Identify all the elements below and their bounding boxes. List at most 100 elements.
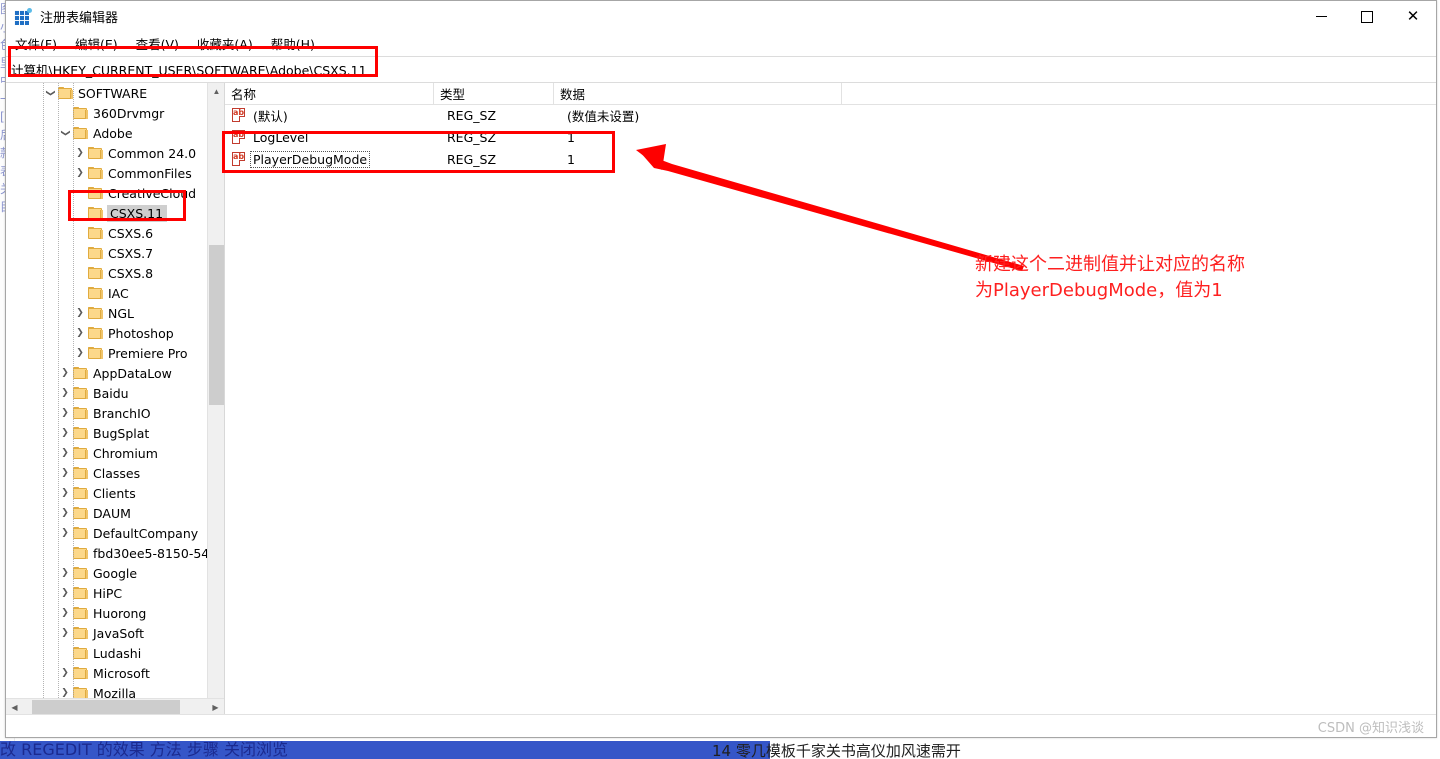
scroll-right-arrow-icon[interactable]: ▶: [207, 699, 224, 715]
tree-item-label: Google: [93, 565, 138, 581]
value-row[interactable]: ab LogLevel REG_SZ 1: [225, 126, 1436, 148]
chevron-right-icon[interactable]: ❯: [72, 323, 88, 343]
tree-item-csxs-6[interactable]: CSXS.6: [6, 223, 207, 243]
tree-item-ludashi[interactable]: Ludashi: [6, 643, 207, 663]
close-button[interactable]: ✕: [1390, 1, 1436, 32]
tree-scroll-thumb[interactable]: [209, 245, 224, 405]
chevron-right-icon[interactable]: ❯: [57, 503, 73, 523]
tree-leaf-spacer: [72, 243, 88, 263]
folder-icon: [88, 166, 103, 180]
column-header-type[interactable]: 类型: [434, 83, 554, 104]
address-bar[interactable]: 计算机\HKEY_CURRENT_USER\SOFTWARE\Adobe\CSX…: [6, 56, 1436, 83]
tree-guide-line-1: [58, 83, 59, 715]
chevron-right-icon[interactable]: ❯: [57, 523, 73, 543]
value-type-cell: REG_SZ: [447, 107, 497, 123]
tree-leaf-spacer: [72, 223, 88, 243]
folder-icon: [88, 286, 103, 300]
menu-item-favorites[interactable]: 收藏夹(A): [197, 34, 253, 53]
menu-item-edit[interactable]: 编辑(E): [75, 34, 118, 53]
tree-item-classes[interactable]: ❯ Classes: [6, 463, 207, 483]
tree-item-csxs-11[interactable]: CSXS.11: [6, 203, 207, 223]
tree-item-defaultcompany[interactable]: ❯ DefaultCompany: [6, 523, 207, 543]
tree-item-appdatalow[interactable]: ❯ AppDataLow: [6, 363, 207, 383]
tree-item-photoshop[interactable]: ❯ Photoshop: [6, 323, 207, 343]
maximize-button[interactable]: [1344, 1, 1390, 32]
chevron-right-icon[interactable]: ❯: [57, 483, 73, 503]
tree-item-csxs-8[interactable]: CSXS.8: [6, 263, 207, 283]
tree-item-branchio[interactable]: ❯ BranchIO: [6, 403, 207, 423]
chevron-right-icon[interactable]: ❯: [57, 463, 73, 483]
chevron-right-icon[interactable]: ❯: [72, 343, 88, 363]
tree-item-label: CreativeCloud: [108, 185, 197, 201]
tree-item-javasoft[interactable]: ❯ JavaSoft: [6, 623, 207, 643]
tree-item-software[interactable]: ❯ SOFTWARE: [6, 83, 207, 103]
menu-item-help[interactable]: 帮助(H): [271, 34, 315, 53]
chevron-right-icon[interactable]: ❯: [57, 383, 73, 403]
registry-tree[interactable]: ❯ SOFTWARE 360Drvmgr ❯ Adobe ❯ Common 24.0 ❯ Com…: [6, 83, 207, 715]
tree-item-clients[interactable]: ❯ Clients: [6, 483, 207, 503]
chevron-right-icon[interactable]: ❯: [57, 363, 73, 383]
tree-item-google[interactable]: ❯ Google: [6, 563, 207, 583]
tree-vertical-scrollbar[interactable]: ▲ ▼: [207, 83, 224, 715]
tree-item-bugsplat[interactable]: ❯ BugSplat: [6, 423, 207, 443]
chevron-right-icon[interactable]: ❯: [57, 403, 73, 423]
value-row[interactable]: ab PlayerDebugMode REG_SZ 1: [225, 148, 1436, 170]
values-list[interactable]: ab (默认) REG_SZ (数值未设置) ab LogLevel REG_SZ 1 ab Pl…: [225, 104, 1436, 715]
tree-item-daum[interactable]: ❯ DAUM: [6, 503, 207, 523]
tree-item-adobe[interactable]: ❯ Adobe: [6, 123, 207, 143]
tree-item-iac[interactable]: IAC: [6, 283, 207, 303]
menu-item-view[interactable]: 查看(V): [136, 34, 179, 53]
tree-item-fbd30ee5-8150-54[interactable]: fbd30ee5-8150-54: [6, 543, 207, 563]
tree-item-chromium[interactable]: ❯ Chromium: [6, 443, 207, 463]
chevron-right-icon[interactable]: ❯: [57, 583, 73, 603]
background-bottom-text: 改 REGEDIT 的效果 方法 步骤 关闭浏览: [0, 741, 770, 759]
tree-horizontal-scrollbar[interactable]: ◀ ▶: [6, 698, 224, 715]
value-data-cell: (数值未设置): [567, 108, 640, 124]
tree-leaf-spacer: [72, 283, 88, 303]
tree-item-ngl[interactable]: ❯ NGL: [6, 303, 207, 323]
chevron-right-icon[interactable]: ❯: [57, 603, 73, 623]
scroll-left-arrow-icon[interactable]: ◀: [6, 699, 23, 715]
chevron-right-icon[interactable]: ❯: [57, 423, 73, 443]
tree-item-label: Huorong: [93, 605, 147, 621]
tree-item-label: JavaSoft: [93, 625, 145, 641]
tree-hscroll-thumb[interactable]: [32, 700, 180, 714]
minimize-button[interactable]: [1298, 1, 1344, 32]
tree-item-csxs-7[interactable]: CSXS.7: [6, 243, 207, 263]
chevron-right-icon[interactable]: ❯: [57, 663, 73, 683]
tree-item-label: Chromium: [93, 445, 158, 461]
tree-item-360drvmgr[interactable]: 360Drvmgr: [6, 103, 207, 123]
tree-item-premiere-pro[interactable]: ❯ Premiere Pro: [6, 343, 207, 363]
folder-icon: [88, 346, 103, 360]
folder-icon: [73, 626, 88, 640]
chevron-right-icon[interactable]: ❯: [57, 443, 73, 463]
tree-item-label: IAC: [108, 285, 129, 301]
tree-item-huorong[interactable]: ❯ Huorong: [6, 603, 207, 623]
chevron-right-icon[interactable]: ❯: [57, 623, 73, 643]
folder-icon: [88, 186, 103, 200]
value-row[interactable]: ab (默认) REG_SZ (数值未设置): [225, 104, 1436, 126]
tree-item-label: Common 24.0: [108, 145, 197, 161]
tree-item-creativecloud[interactable]: CreativeCloud: [6, 183, 207, 203]
value-name-cell: (默认): [250, 106, 440, 125]
folder-icon: [73, 506, 88, 520]
chevron-right-icon[interactable]: ❯: [72, 163, 88, 183]
value-name-cell: LogLevel: [250, 130, 440, 145]
tree-item-common-24-0[interactable]: ❯ Common 24.0: [6, 143, 207, 163]
folder-icon: [73, 406, 88, 420]
menu-item-file[interactable]: 文件(F): [15, 34, 57, 53]
tree-item-microsoft[interactable]: ❯ Microsoft: [6, 663, 207, 683]
column-header-data[interactable]: 数据: [554, 83, 842, 104]
value-type-cell: REG_SZ: [447, 129, 497, 145]
column-header-name[interactable]: 名称: [225, 83, 434, 104]
tree-item-label: CSXS.6: [108, 225, 154, 241]
tree-item-label: SOFTWARE: [78, 85, 148, 101]
tree-item-baidu[interactable]: ❯ Baidu: [6, 383, 207, 403]
chevron-right-icon[interactable]: ❯: [72, 143, 88, 163]
chevron-right-icon[interactable]: ❯: [57, 563, 73, 583]
tree-item-hipc[interactable]: ❯ HiPC: [6, 583, 207, 603]
tree-item-commonfiles[interactable]: ❯ CommonFiles: [6, 163, 207, 183]
chevron-right-icon[interactable]: ❯: [72, 303, 88, 323]
folder-icon: [73, 666, 88, 680]
scroll-up-arrow-icon[interactable]: ▲: [208, 83, 224, 100]
